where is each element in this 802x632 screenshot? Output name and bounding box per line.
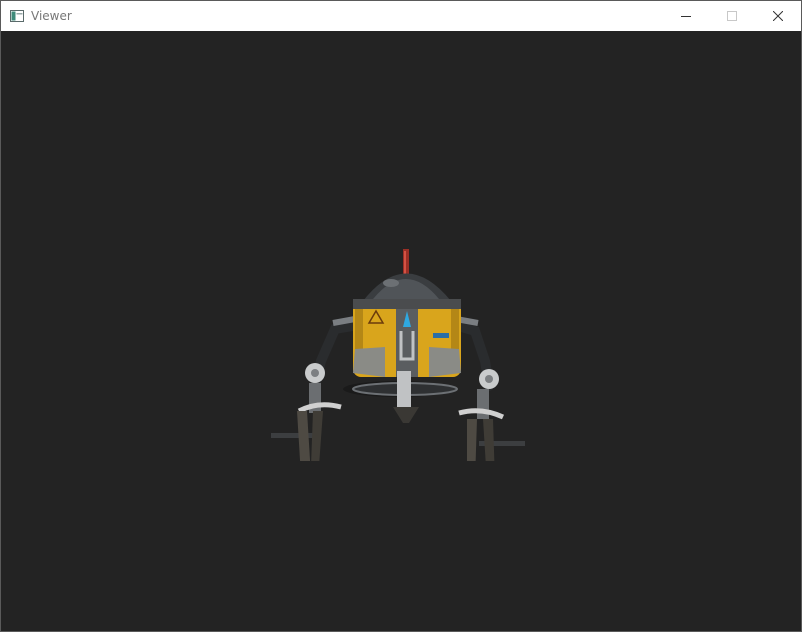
window-app-icon[interactable]	[9, 8, 25, 24]
maximize-icon	[727, 11, 737, 21]
3d-viewport[interactable]	[1, 31, 801, 631]
minimize-button[interactable]	[663, 1, 709, 31]
viewer-window: Viewer	[0, 0, 802, 632]
robot-model[interactable]	[263, 211, 533, 461]
minimize-icon	[681, 16, 691, 17]
title-bar[interactable]: Viewer	[1, 1, 801, 31]
window-controls	[663, 1, 801, 31]
window-title: Viewer	[31, 9, 72, 23]
maximize-button[interactable]	[709, 1, 755, 31]
close-button[interactable]	[755, 1, 801, 31]
close-icon	[773, 11, 783, 21]
